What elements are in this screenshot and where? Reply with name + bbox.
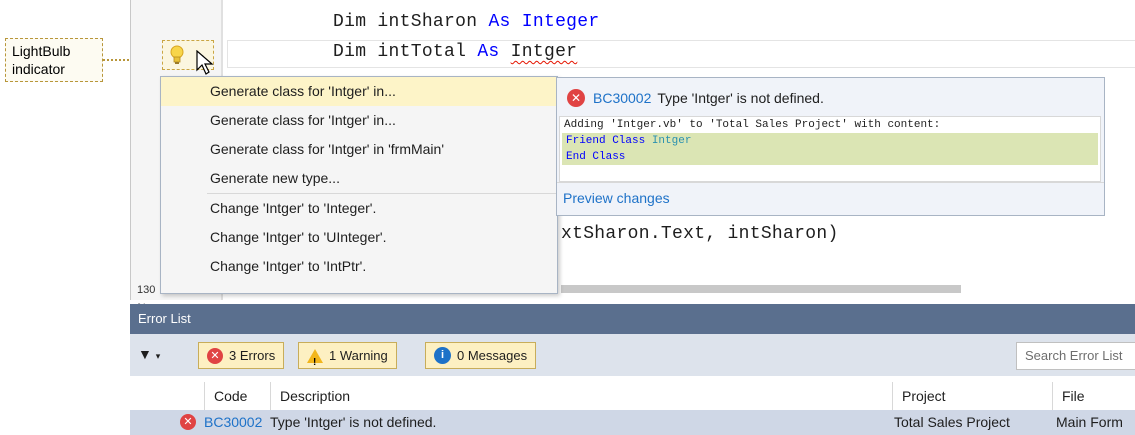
error-squiggle[interactable]: Intger [511, 42, 578, 62]
column-header-project[interactable]: Project [896, 382, 946, 410]
column-separator [892, 382, 893, 410]
error-list-toolbar: ▼ ▾ ✕ 3 Errors 1 Warning i 0 Messages Se… [130, 334, 1135, 376]
menu-item-change-to-integer[interactable]: Change 'Intger' to 'Integer'. [161, 194, 557, 223]
menu-item-change-to-intptr[interactable]: Change 'Intger' to 'IntPtr'. [161, 252, 557, 281]
row-file: Main Form [1056, 414, 1123, 430]
quick-actions-menu: Generate class for 'Intger' in... Genera… [160, 76, 558, 294]
menu-item-generate-new-type[interactable]: Generate new type... [161, 164, 557, 193]
column-header-code[interactable]: Code [208, 382, 247, 410]
code-line-partial[interactable]: xtSharon.Text, intSharon) [561, 224, 839, 244]
error-list-title: Error List [130, 304, 1135, 334]
column-separator [204, 382, 205, 410]
row-error-code[interactable]: BC30002 [204, 410, 262, 435]
error-list-header: Code Description Project File [130, 382, 1135, 410]
error-code-link[interactable]: BC30002 [593, 90, 651, 106]
preview-header: ✕ BC30002 Type 'Intger' is not defined. [567, 89, 824, 107]
column-header-description[interactable]: Description [274, 382, 350, 410]
code-line-2[interactable]: Dim intTotal As Intger [333, 42, 577, 62]
menu-item-generate-class-1[interactable]: Generate class for 'Intger' in... [161, 77, 557, 106]
preview-code-line-3: End Class [562, 149, 1098, 165]
menu-item-generate-class-2[interactable]: Generate class for 'Intger' in... [161, 106, 557, 135]
preview-code-line-1: Adding 'Intger.vb' to 'Total Sales Proje… [564, 119, 941, 131]
lightbulb-icon [170, 45, 184, 64]
preview-code-line-2: Friend Class Intger [562, 133, 1098, 149]
errors-filter-button[interactable]: ✕ 3 Errors [198, 342, 285, 369]
preview-code-block: Adding 'Intger.vb' to 'Total Sales Proje… [559, 116, 1101, 182]
column-separator [270, 382, 271, 410]
column-separator [1052, 382, 1053, 410]
table-row[interactable]: ✕ BC30002 Type 'Intger' is not defined. … [130, 410, 1135, 435]
code-line-1[interactable]: Dim intSharon As Integer [333, 12, 599, 32]
column-header-file[interactable]: File [1056, 382, 1085, 410]
lightbulb-callout: LightBulb indicator [5, 38, 103, 82]
warnings-filter-button[interactable]: 1 Warning [298, 342, 397, 375]
horizontal-scrollbar[interactable] [561, 285, 961, 293]
filter-icon[interactable]: ▼ ▾ [138, 346, 160, 362]
messages-filter-button[interactable]: i 0 Messages [425, 342, 537, 369]
preview-changes-link[interactable]: Preview changes [563, 190, 670, 206]
row-project: Total Sales Project [894, 414, 1010, 430]
error-icon: ✕ [180, 414, 196, 430]
info-icon: i [434, 347, 451, 364]
menu-item-generate-class-frmmain[interactable]: Generate class for 'Intger' in 'frmMain' [161, 135, 557, 164]
error-list-search-input[interactable]: Search Error List [1016, 342, 1135, 370]
error-icon: ✕ [567, 89, 585, 107]
row-description: Type 'Intger' is not defined. [270, 414, 437, 430]
preview-panel: ✕ BC30002 Type 'Intger' is not defined. … [556, 77, 1105, 216]
error-message: Type 'Intger' is not defined. [657, 90, 824, 106]
preview-divider [557, 182, 1104, 183]
callout-text: LightBulb indicator [12, 43, 71, 77]
mouse-cursor-icon [196, 50, 214, 75]
menu-item-change-to-uinteger[interactable]: Change 'Intger' to 'UInteger'. [161, 223, 557, 252]
warning-icon [307, 348, 323, 375]
error-icon: ✕ [207, 347, 223, 364]
